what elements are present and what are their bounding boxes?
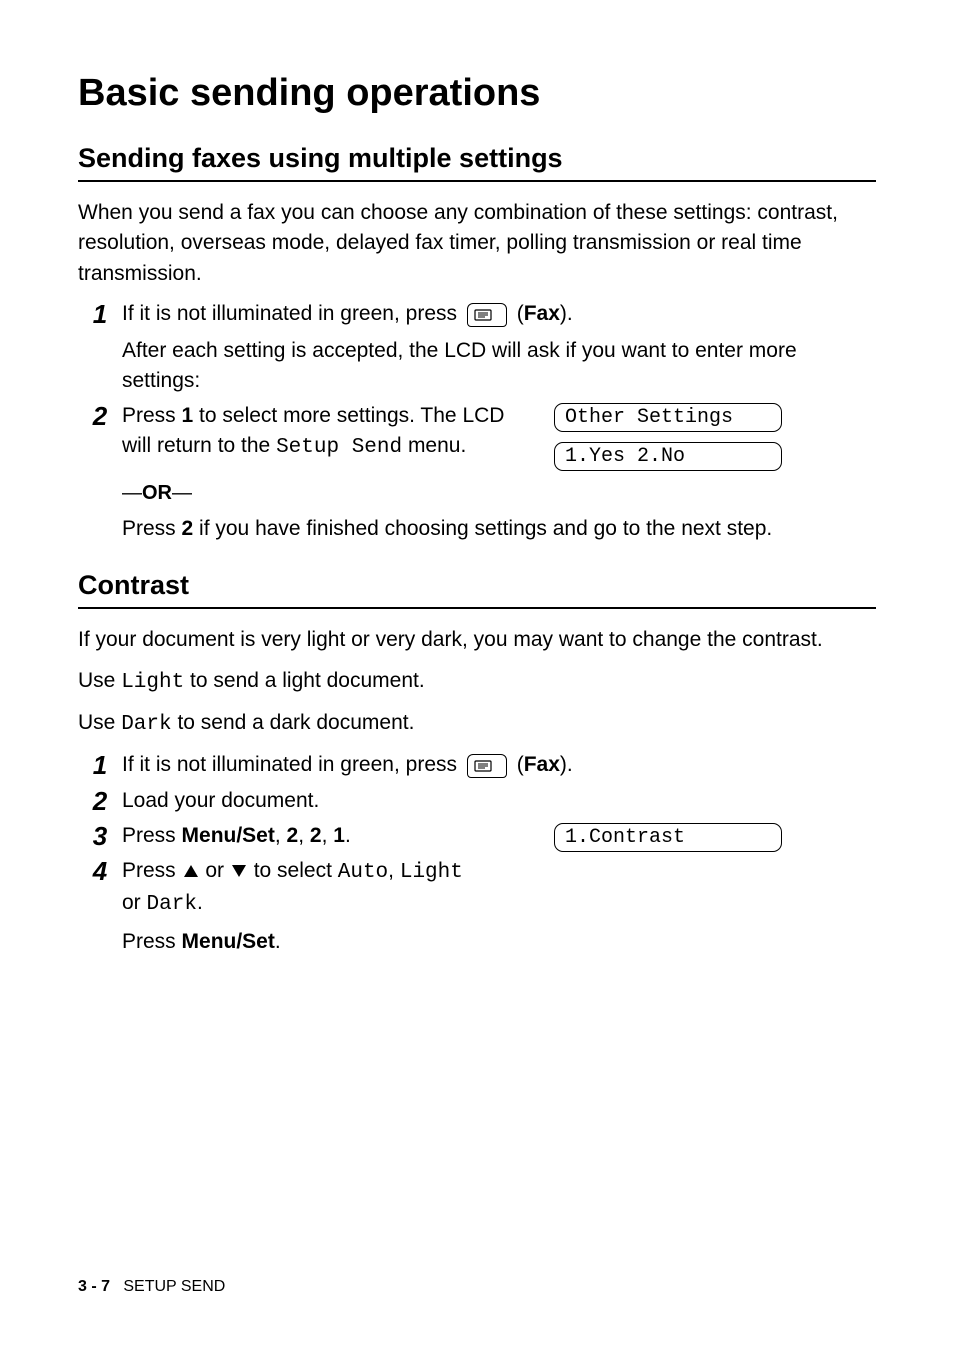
mono-setup-send: Setup Send xyxy=(276,436,402,459)
menu-set-label: Menu/Set xyxy=(182,824,275,847)
key-1: 1 xyxy=(333,824,345,847)
section-rule xyxy=(78,607,876,609)
step-2: 2 Press 1 to select more settings. The L… xyxy=(78,401,876,471)
em-dash: — xyxy=(172,482,192,504)
key-2b: 2 xyxy=(310,824,322,847)
step-number: 1 xyxy=(78,750,122,781)
t: Press xyxy=(122,930,182,953)
section-heading-multiple-settings: Sending faxes using multiple settings xyxy=(78,143,876,174)
intro-paragraph: When you send a fax you can choose any c… xyxy=(78,198,876,289)
t: Press xyxy=(122,517,182,540)
step-number: 1 xyxy=(78,299,122,330)
step-body: If it is not illuminated in green, press… xyxy=(122,299,876,396)
lcd-other-settings: Other Settings xyxy=(554,403,782,432)
t: to send a light document. xyxy=(184,669,425,692)
step-text: ( xyxy=(517,302,524,325)
step-list-2: 1 If it is not illuminated in green, pre… xyxy=(78,750,876,957)
step-list-1: 1 If it is not illuminated in green, pre… xyxy=(78,299,876,544)
t: , xyxy=(275,824,287,847)
step-body: Press 1 to select more settings. The LCD… xyxy=(122,401,522,464)
t: Use xyxy=(78,711,121,734)
t: Press xyxy=(122,404,182,427)
fax-button-icon xyxy=(467,754,507,778)
lcd-yes-no: 1.Yes 2.No xyxy=(554,442,782,471)
t: or xyxy=(122,891,147,914)
step-2-cont: —OR— Press 2 if you have finished choosi… xyxy=(78,475,876,544)
step-1: 1 If it is not illuminated in green, pre… xyxy=(78,299,876,396)
t: Use xyxy=(78,669,121,692)
t: menu. xyxy=(402,434,466,457)
t: . xyxy=(345,824,351,847)
arrow-up-icon xyxy=(184,865,198,877)
t: to select xyxy=(248,859,338,882)
use-dark-line: Use Dark to send a dark document. xyxy=(78,708,876,740)
step-body: Load your document. xyxy=(122,786,876,816)
step-body: Press or to select Auto, Light or Dark. … xyxy=(122,856,876,957)
t: , xyxy=(388,859,400,882)
mono-light: Light xyxy=(400,861,463,884)
section-rule xyxy=(78,180,876,182)
t: . xyxy=(275,930,281,953)
t: Press xyxy=(122,859,182,882)
t: to send a dark document. xyxy=(172,711,415,734)
fax-label: Fax xyxy=(524,753,560,776)
step-body: Press Menu/Set, 2, 2, 1. xyxy=(122,821,522,851)
step-number: 2 xyxy=(78,786,122,817)
mono-dark: Dark xyxy=(147,893,197,916)
or-label: OR xyxy=(142,482,172,504)
footer-label: SETUP SEND xyxy=(123,1278,225,1295)
key-2: 2 xyxy=(182,517,194,540)
page-footer: 3 - 7 SETUP SEND xyxy=(78,1278,225,1296)
fax-button-icon xyxy=(467,303,507,327)
key-1: 1 xyxy=(182,404,194,427)
page-title: Basic sending operations xyxy=(78,72,876,115)
t: if you have finished choosing settings a… xyxy=(193,517,772,540)
contrast-intro: If your document is very light or very d… xyxy=(78,625,876,655)
use-light-line: Use Light to send a light document. xyxy=(78,666,876,698)
step-number: 3 xyxy=(78,821,122,852)
mono-light: Light xyxy=(121,671,184,694)
t: or xyxy=(200,859,230,882)
t: ( xyxy=(517,753,524,776)
menu-set-label: Menu/Set xyxy=(182,930,275,953)
t: , xyxy=(298,824,310,847)
page-number: 3 - 7 xyxy=(78,1278,110,1295)
contrast-step-4: 4 Press or to select Auto, Light or Dark… xyxy=(78,856,876,957)
contrast-step-2: 2 Load your document. xyxy=(78,786,876,817)
t: . xyxy=(197,891,203,914)
key-2: 2 xyxy=(287,824,299,847)
t: Press xyxy=(122,824,182,847)
step-text: If it is not illuminated in green, press xyxy=(122,302,463,325)
t: , xyxy=(322,824,334,847)
step-number: 4 xyxy=(78,856,122,887)
arrow-down-icon xyxy=(232,865,246,877)
mono-auto: Auto xyxy=(338,861,388,884)
step-after-text: After each setting is accepted, the LCD … xyxy=(122,336,876,397)
lcd-stack: Other Settings 1.Yes 2.No xyxy=(554,403,782,471)
section-heading-contrast: Contrast xyxy=(78,570,876,601)
step-body: If it is not illuminated in green, press… xyxy=(122,750,876,780)
em-dash: — xyxy=(122,482,142,504)
lcd-stack: 1.Contrast xyxy=(554,823,782,852)
lcd-contrast: 1.Contrast xyxy=(554,823,782,852)
t: If it is not illuminated in green, press xyxy=(122,753,463,776)
contrast-step-1: 1 If it is not illuminated in green, pre… xyxy=(78,750,876,781)
fax-label: Fax xyxy=(524,302,560,325)
step-text: ). xyxy=(560,302,573,325)
mono-dark: Dark xyxy=(121,713,171,736)
step-body: —OR— Press 2 if you have finished choosi… xyxy=(122,475,876,544)
contrast-step-3: 3 Press Menu/Set, 2, 2, 1. 1.Contrast xyxy=(78,821,876,852)
step-number: 2 xyxy=(78,401,122,432)
t: ). xyxy=(560,753,573,776)
